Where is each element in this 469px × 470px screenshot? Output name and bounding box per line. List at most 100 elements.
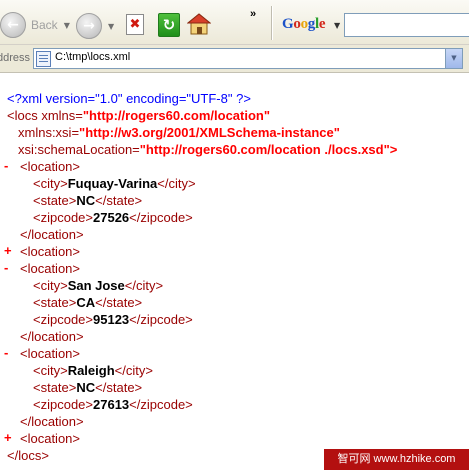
address-bar: ddress C:\tmp\locs.xml ▼ bbox=[0, 45, 469, 73]
city-value: San Jose bbox=[67, 278, 125, 293]
google-dropdown-icon[interactable]: ▼ bbox=[334, 21, 340, 30]
google-letter: e bbox=[318, 16, 326, 32]
location-close-tag: </location> bbox=[20, 328, 84, 345]
back-dropdown-icon[interactable]: ▼ bbox=[64, 21, 70, 30]
location-open-tag: <location> bbox=[20, 345, 80, 362]
city-close-tag: </city> bbox=[124, 278, 164, 293]
address-label: ddress bbox=[0, 52, 31, 64]
location-open-tag: <location> bbox=[20, 158, 80, 175]
state-value: NC bbox=[76, 380, 96, 395]
home-icon[interactable] bbox=[187, 12, 211, 36]
watermark-banner: 智可网 www.hzhike.com bbox=[324, 449, 469, 470]
xml-pi-text: <?xml version="1.0" encoding="UTF-8" ?> bbox=[7, 91, 251, 106]
location-tag: <location> bbox=[20, 261, 80, 276]
toolbar: ← Back ▼ → ▼ ✖ ↻ » Google ▼ bbox=[0, 0, 469, 45]
toolbar-divider-highlight bbox=[272, 6, 273, 40]
root-tag-name: <locs bbox=[7, 108, 38, 123]
location-tag: <location> bbox=[20, 346, 80, 361]
city-open-tag: <city> bbox=[33, 176, 68, 191]
xsi-attr: xmlns:xsi= bbox=[18, 125, 80, 140]
expand-toggle[interactable]: + bbox=[4, 430, 12, 445]
location-tag: <location> bbox=[20, 244, 80, 259]
zipcode-element: <zipcode>27613</zipcode> bbox=[33, 396, 193, 413]
google-letter: o bbox=[293, 16, 301, 32]
stop-icon[interactable]: ✖ bbox=[126, 14, 144, 35]
xsi-value: "http://w3.org/2001/XMLSchema-instance" bbox=[79, 125, 340, 140]
zipcode-close-tag: </zipcode> bbox=[129, 210, 193, 225]
root-tag-name: </locs> bbox=[7, 448, 49, 463]
location-tag: </location> bbox=[20, 329, 84, 344]
city-close-tag: </city> bbox=[157, 176, 196, 191]
city-element: <city>San Jose</city> bbox=[33, 277, 163, 294]
root-schema-attr-line: xsi:schemaLocation="http://rogers60.com/… bbox=[18, 141, 397, 158]
state-element: <state>CA</state> bbox=[33, 294, 142, 311]
schema-attr: xsi:schemaLocation= bbox=[18, 142, 140, 157]
location-tag: </location> bbox=[20, 227, 84, 242]
zipcode-open-tag: <zipcode> bbox=[33, 397, 93, 412]
zipcode-close-tag: </zipcode> bbox=[129, 312, 193, 327]
city-element: <city>Raleigh</city> bbox=[33, 362, 153, 379]
collapse-toggle[interactable]: - bbox=[4, 345, 8, 360]
city-open-tag: <city> bbox=[33, 278, 68, 293]
google-letter: o bbox=[300, 16, 309, 32]
schema-value: "http://rogers60.com/location ./locs.xsd… bbox=[139, 142, 398, 157]
root-xsi-attr-line: xmlns:xsi="http://w3.org/2001/XMLSchema-… bbox=[18, 124, 340, 141]
address-url: C:\tmp\locs.xml bbox=[55, 51, 131, 63]
state-open-tag: <state> bbox=[33, 295, 77, 310]
forward-dropdown-icon[interactable]: ▼ bbox=[108, 22, 114, 31]
back-label: Back bbox=[31, 18, 58, 32]
root-open-tag: <locs xmlns="http://rogers60.com/locatio… bbox=[7, 107, 270, 124]
city-value: Raleigh bbox=[67, 363, 115, 378]
location-collapsed: <location> bbox=[20, 430, 80, 447]
page-icon bbox=[36, 51, 51, 67]
refresh-icon[interactable]: ↻ bbox=[158, 13, 180, 37]
back-button[interactable]: ← Back ▼ bbox=[0, 10, 70, 40]
state-close-tag: </state> bbox=[95, 295, 143, 310]
state-element: <state>NC</state> bbox=[33, 192, 142, 209]
location-collapsed: <location> bbox=[20, 243, 80, 260]
google-toolbar-logo[interactable]: Google bbox=[282, 16, 326, 33]
state-open-tag: <state> bbox=[33, 193, 77, 208]
location-open-tag: <location> bbox=[20, 260, 80, 277]
collapse-toggle[interactable]: - bbox=[4, 158, 8, 173]
forward-button[interactable]: → ▼ bbox=[76, 13, 114, 39]
root-close-tag: </locs> bbox=[7, 447, 49, 464]
city-close-tag: </city> bbox=[114, 363, 153, 378]
zipcode-element: <zipcode>95123</zipcode> bbox=[33, 311, 193, 328]
address-input[interactable]: C:\tmp\locs.xml ▼ bbox=[33, 48, 463, 69]
xmlns-value: "http://rogers60.com/location" bbox=[82, 108, 271, 123]
zipcode-open-tag: <zipcode> bbox=[33, 210, 93, 225]
state-value: CA bbox=[76, 295, 96, 310]
city-element: <city>Fuquay-Varina</city> bbox=[33, 175, 196, 192]
zipcode-value: 27526 bbox=[93, 210, 130, 225]
state-close-tag: </state> bbox=[95, 193, 143, 208]
toolbar-overflow-icon[interactable]: » bbox=[250, 8, 256, 20]
location-tag: <location> bbox=[20, 431, 80, 446]
location-close-tag: </location> bbox=[20, 226, 84, 243]
google-search-input[interactable] bbox=[344, 13, 469, 37]
zipcode-open-tag: <zipcode> bbox=[33, 312, 93, 327]
zipcode-element: <zipcode>27526</zipcode> bbox=[33, 209, 193, 226]
expand-toggle[interactable]: + bbox=[4, 243, 12, 258]
state-element: <state>NC</state> bbox=[33, 379, 142, 396]
forward-arrow-icon: → bbox=[76, 13, 102, 39]
state-value: NC bbox=[76, 193, 96, 208]
location-tag: <location> bbox=[20, 159, 80, 174]
collapse-toggle[interactable]: - bbox=[4, 260, 8, 275]
xml-declaration: <?xml version="1.0" encoding="UTF-8" ?> bbox=[7, 90, 251, 107]
zipcode-value: 95123 bbox=[93, 312, 130, 327]
google-letter: g bbox=[307, 16, 316, 32]
address-dropdown-icon[interactable]: ▼ bbox=[445, 49, 462, 68]
back-arrow-icon: ← bbox=[0, 12, 26, 38]
zipcode-close-tag: </zipcode> bbox=[129, 397, 193, 412]
zipcode-value: 27613 bbox=[93, 397, 130, 412]
city-value: Fuquay-Varina bbox=[67, 176, 158, 191]
location-tag: </location> bbox=[20, 414, 84, 429]
state-close-tag: </state> bbox=[95, 380, 143, 395]
xml-document: <?xml version="1.0" encoding="UTF-8" ?> … bbox=[0, 90, 469, 470]
city-open-tag: <city> bbox=[33, 363, 68, 378]
state-open-tag: <state> bbox=[33, 380, 77, 395]
location-close-tag: </location> bbox=[20, 413, 84, 430]
xmlns-attr: xmlns= bbox=[41, 108, 83, 123]
google-letter: G bbox=[282, 16, 294, 32]
